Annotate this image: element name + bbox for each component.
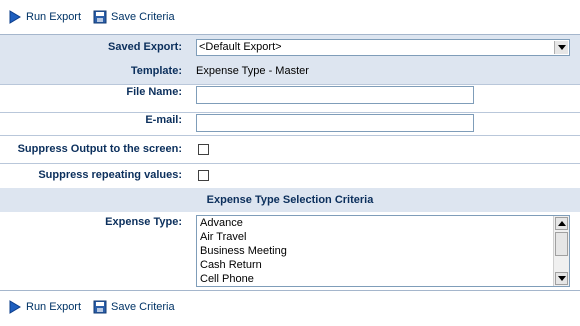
suppress-output-label: Suppress Output to the screen: — [17, 143, 182, 155]
saved-export-select[interactable]: <Default Export> — [196, 39, 570, 56]
suppress-output-row: Suppress Output to the screen: — [0, 136, 580, 164]
criteria-section-header: Expense Type Selection Criteria — [0, 188, 580, 212]
template-label: Template: — [130, 65, 182, 77]
list-item[interactable]: Cell Phone — [200, 272, 569, 286]
save-criteria-label: Save Criteria — [111, 301, 175, 313]
expense-type-row: Expense Type: Advance Air Travel Busines… — [0, 215, 580, 291]
template-value: Expense Type - Master — [196, 65, 309, 77]
listbox-scrollbar[interactable] — [553, 216, 569, 286]
run-export-button[interactable]: Run Export — [8, 300, 81, 314]
suppress-repeating-label: Suppress repeating values: — [38, 169, 182, 181]
expense-type-label: Expense Type: — [105, 216, 182, 228]
scroll-down-icon[interactable] — [555, 272, 568, 285]
saved-export-section: Saved Export: <Default Export> Template:… — [0, 35, 580, 85]
run-export-label: Run Export — [26, 11, 82, 23]
save-criteria-button[interactable]: Save Criteria — [93, 300, 175, 314]
file-name-row: File Name: — [0, 85, 580, 113]
suppress-repeating-row: Suppress repeating values: — [0, 164, 580, 188]
file-name-field[interactable] — [196, 86, 474, 104]
top-toolbar: Run Export Save Criteria — [0, 0, 580, 34]
suppress-repeating-checkbox[interactable] — [198, 170, 209, 181]
export-form: Saved Export: <Default Export> Template:… — [0, 34, 580, 287]
list-item[interactable]: Cash Return — [200, 258, 569, 272]
email-label: E-mail: — [145, 114, 182, 126]
saved-export-value: <Default Export> — [199, 41, 282, 53]
suppress-output-checkbox[interactable] — [198, 144, 209, 155]
file-name-label: File Name: — [126, 86, 182, 98]
scroll-up-icon[interactable] — [555, 217, 568, 230]
save-criteria-button[interactable]: Save Criteria — [93, 10, 175, 24]
floppy-disk-icon — [93, 10, 107, 24]
email-field[interactable] — [196, 114, 474, 132]
run-export-button[interactable]: Run Export — [8, 10, 81, 24]
play-triangle-icon — [8, 10, 22, 24]
list-item[interactable]: Business Meeting — [200, 244, 569, 258]
email-row: E-mail: — [0, 113, 580, 136]
save-criteria-label: Save Criteria — [111, 11, 175, 23]
floppy-disk-icon — [93, 300, 107, 314]
expense-type-listbox[interactable]: Advance Air Travel Business Meeting Cash… — [196, 215, 570, 287]
chevron-down-icon[interactable] — [554, 41, 568, 54]
run-export-label: Run Export — [26, 301, 82, 313]
bottom-toolbar: Run Export Save Criteria — [0, 290, 580, 323]
list-item[interactable]: Advance — [200, 216, 569, 230]
scroll-thumb[interactable] — [555, 232, 568, 256]
play-triangle-icon — [8, 300, 22, 314]
saved-export-label: Saved Export: — [108, 41, 182, 53]
list-item[interactable]: Air Travel — [200, 230, 569, 244]
